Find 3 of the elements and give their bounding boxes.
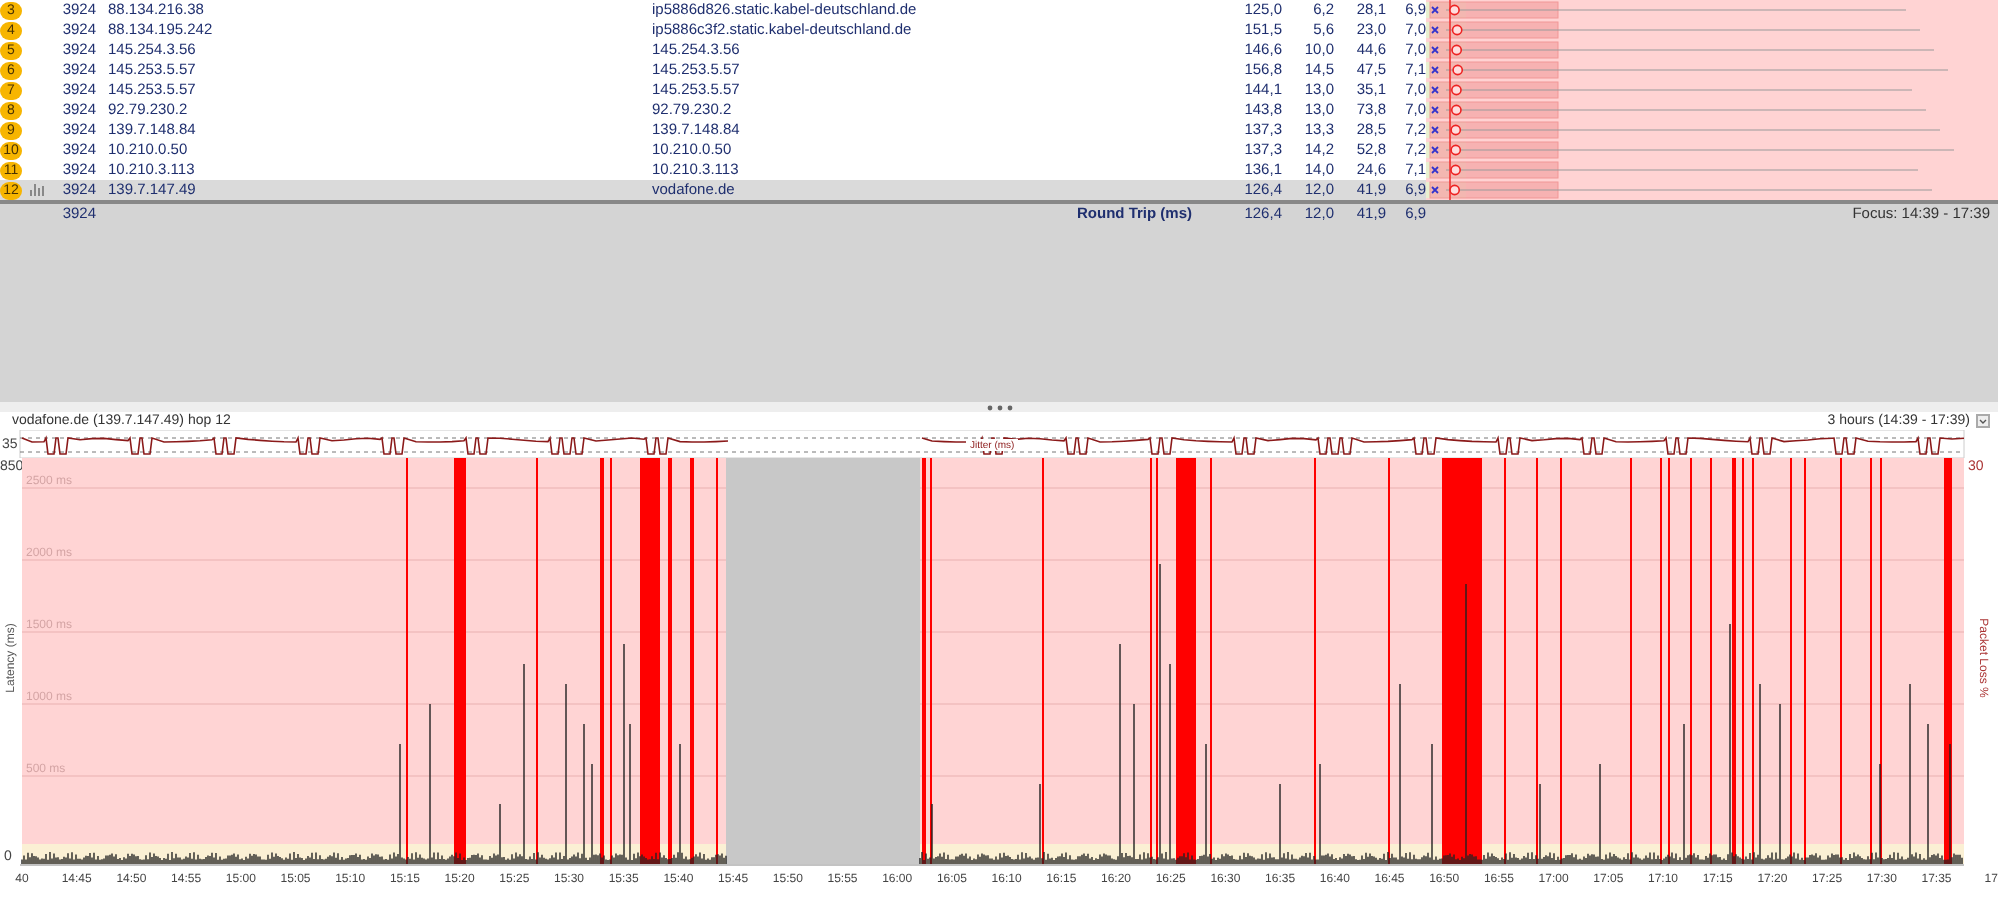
dropdown-icon[interactable] — [1976, 414, 1990, 429]
splitter-handle-icon[interactable] — [985, 403, 1013, 412]
bar-chart-icon — [30, 184, 44, 196]
